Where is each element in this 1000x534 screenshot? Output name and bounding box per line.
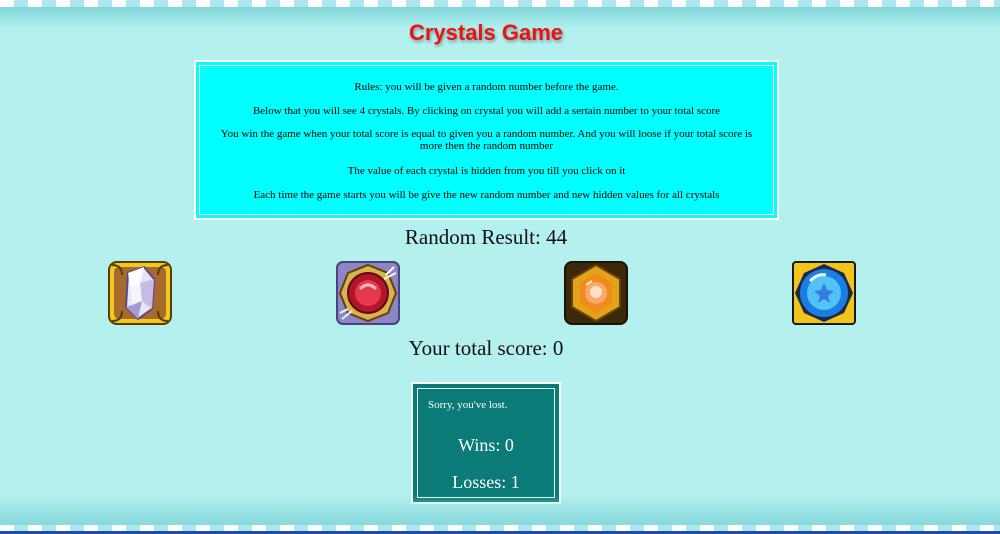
rules-line-1: Rules: you will be given a random number…	[354, 81, 619, 93]
crystal-button-4[interactable]	[792, 261, 856, 325]
losses-count: Losses: 1	[452, 472, 520, 492]
stats-inner-border: Sorry, you've lost. Wins: 0 Losses: 1	[417, 388, 555, 498]
rules-line-5: Each time the game starts you will be gi…	[253, 189, 720, 201]
rules-line-3: You win the game when your total score i…	[220, 128, 753, 152]
rules-box: Rules: you will be given a random number…	[194, 60, 779, 220]
total-score: Your total score: 0	[408, 336, 564, 360]
crystal-button-2[interactable]	[336, 261, 400, 325]
wins-count: Wins: 0	[458, 435, 514, 455]
stats-box: Sorry, you've lost. Wins: 0 Losses: 1	[411, 382, 561, 504]
orange-gem-icon	[564, 261, 628, 325]
game-title: Crystals Game	[408, 20, 564, 45]
game-status-message: Sorry, you've lost.	[428, 399, 508, 411]
white-crystal-icon	[108, 261, 172, 325]
rules-inner-border: Rules: you will be given a random number…	[199, 65, 774, 215]
blue-gem-icon	[792, 261, 856, 325]
crystal-button-3[interactable]	[564, 261, 628, 325]
crystal-button-1[interactable]	[108, 261, 172, 325]
red-gem-icon	[336, 261, 400, 325]
bottom-shadow	[0, 495, 1000, 525]
random-result: Random Result: 44	[404, 225, 568, 249]
rules-line-2: Below that you will see 4 crystals. By c…	[252, 105, 721, 117]
top-stripe-border	[0, 0, 1000, 7]
rules-line-4: The value of each crystal is hidden from…	[347, 165, 626, 177]
